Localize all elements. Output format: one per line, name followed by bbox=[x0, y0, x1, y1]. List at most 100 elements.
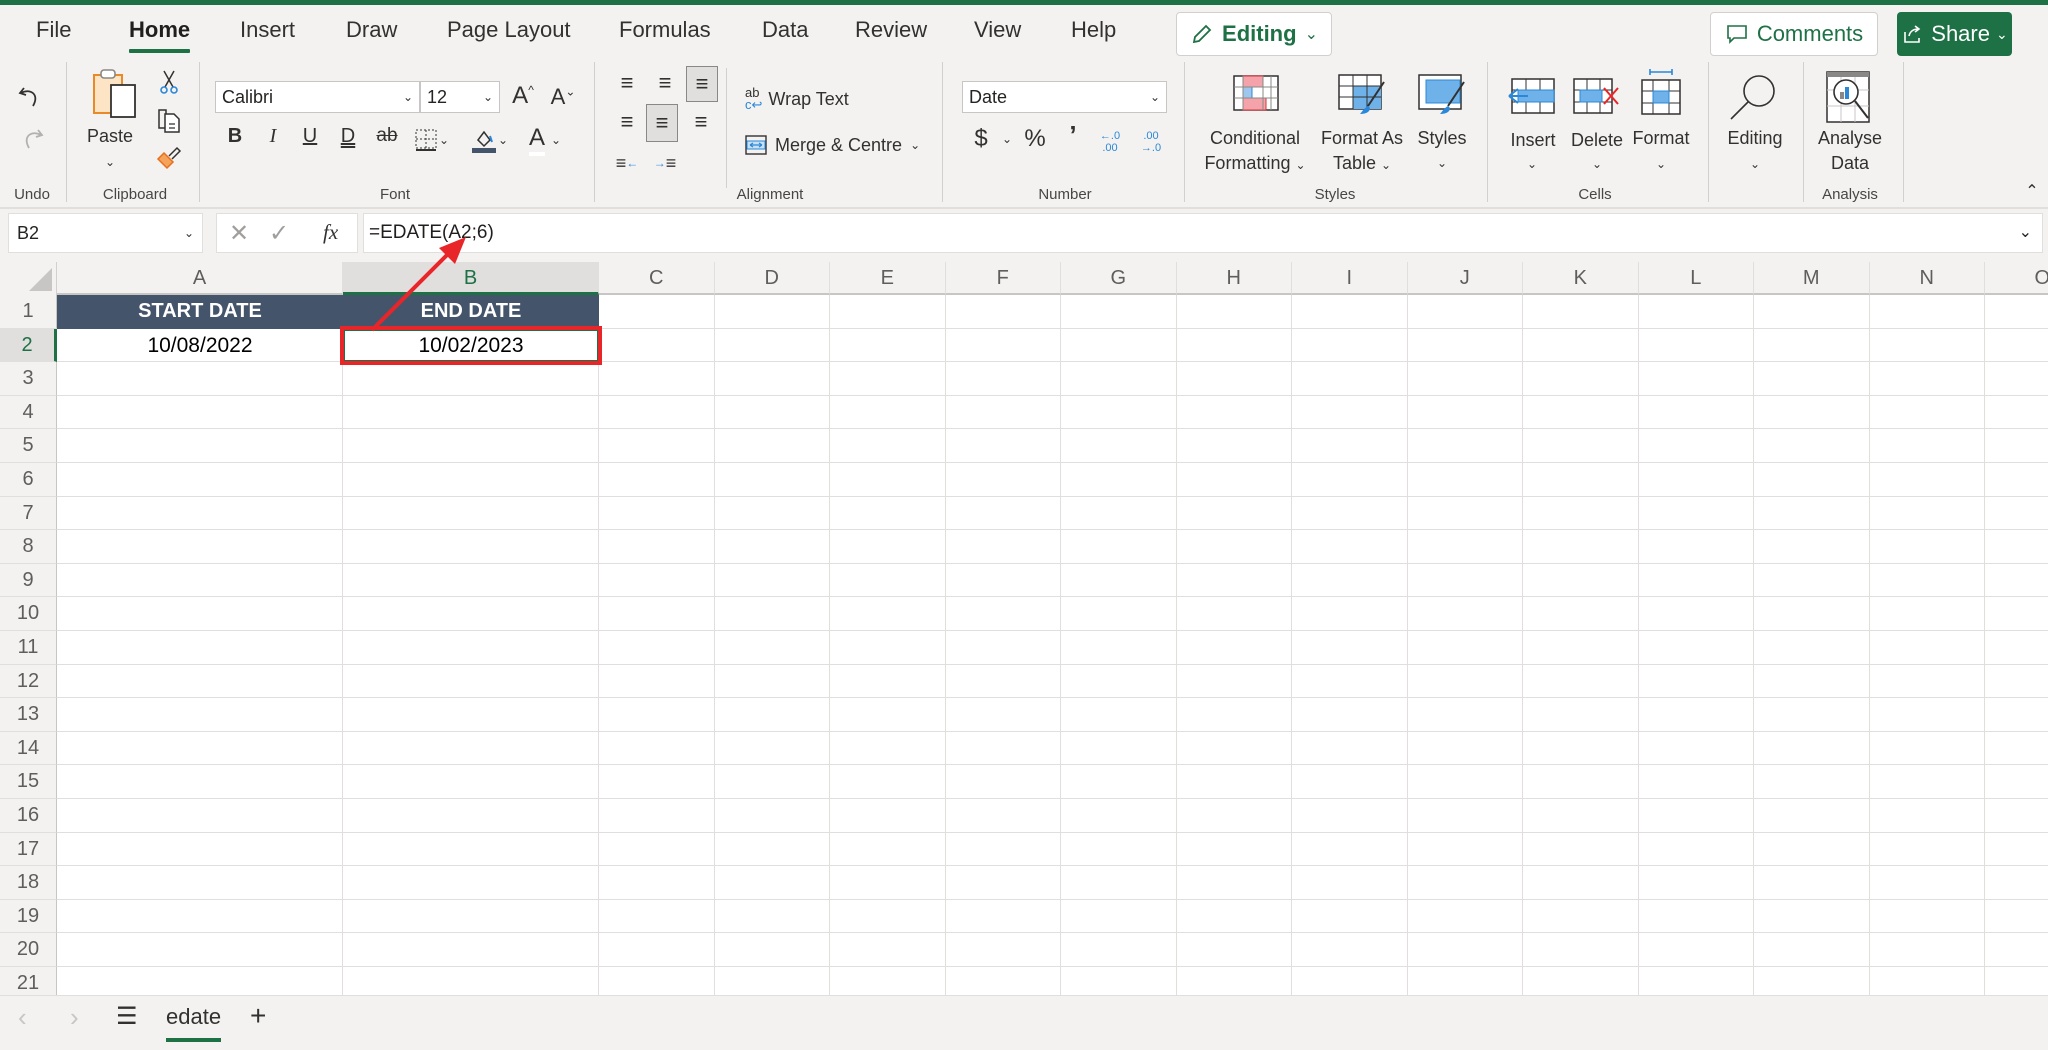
cell-o18[interactable] bbox=[1985, 866, 2048, 900]
cell-l18[interactable] bbox=[1638, 866, 1754, 900]
conditional-formatting-icon[interactable] bbox=[1232, 74, 1280, 114]
redo-icon[interactable] bbox=[14, 122, 48, 156]
cell-i19[interactable] bbox=[1292, 899, 1408, 934]
spreadsheet-grid[interactable]: A B C D E F G H I J K L M N O 1 START DATE END DATE 2 10/08… bbox=[0, 262, 2048, 995]
cell-f3[interactable] bbox=[945, 362, 1061, 396]
cell-f5[interactable] bbox=[945, 429, 1061, 463]
cell-o7[interactable] bbox=[1985, 497, 2048, 531]
cell-k10[interactable] bbox=[1523, 597, 1639, 631]
cell-f7[interactable] bbox=[945, 496, 1061, 531]
cell-o20[interactable] bbox=[1985, 933, 2048, 967]
cell-d11[interactable] bbox=[714, 631, 830, 665]
column-header-d[interactable]: D bbox=[714, 262, 830, 295]
cell-g20[interactable] bbox=[1061, 933, 1177, 967]
font-name-dropdown[interactable]: Calibri ⌄ bbox=[215, 81, 420, 113]
cell-j20[interactable] bbox=[1407, 933, 1523, 967]
cell-f14[interactable] bbox=[945, 731, 1061, 766]
cell-i17[interactable] bbox=[1292, 832, 1408, 867]
cell-j18[interactable] bbox=[1407, 866, 1523, 900]
cell-e7[interactable] bbox=[830, 496, 946, 531]
cell-l21[interactable] bbox=[1639, 967, 1754, 995]
cell-o19[interactable] bbox=[1985, 900, 2048, 934]
cell-a7[interactable] bbox=[57, 496, 343, 531]
cell-c12[interactable] bbox=[599, 664, 715, 699]
cell-o5[interactable] bbox=[1985, 429, 2048, 463]
cell-e19[interactable] bbox=[830, 899, 946, 934]
chevron-down-icon[interactable]: ⌄ bbox=[1520, 152, 1544, 176]
fill-color-button[interactable]: ⌄ bbox=[466, 125, 512, 155]
cell-b17[interactable] bbox=[343, 832, 599, 867]
cell-c2[interactable] bbox=[599, 328, 715, 363]
column-header-b[interactable]: B bbox=[343, 262, 599, 295]
cell-o21[interactable] bbox=[1985, 967, 2048, 995]
cell-o15[interactable] bbox=[1985, 765, 2048, 799]
cut-icon[interactable] bbox=[155, 68, 183, 96]
copy-icon[interactable] bbox=[155, 105, 183, 135]
cell-d3[interactable] bbox=[714, 362, 830, 396]
cell-j5[interactable] bbox=[1407, 429, 1523, 463]
cell-k12[interactable] bbox=[1523, 664, 1639, 699]
cell-f12[interactable] bbox=[945, 664, 1061, 699]
cell-i13[interactable] bbox=[1292, 698, 1408, 732]
cell-n11[interactable] bbox=[1869, 631, 1985, 665]
cell-h14[interactable] bbox=[1176, 731, 1292, 766]
cell-k19[interactable] bbox=[1523, 899, 1639, 934]
cell-c19[interactable] bbox=[599, 899, 715, 934]
cell-i5[interactable] bbox=[1292, 429, 1408, 463]
cell-e12[interactable] bbox=[830, 664, 946, 699]
cell-e3[interactable] bbox=[830, 362, 946, 396]
check-icon[interactable]: ✓ bbox=[269, 219, 289, 248]
tab-review[interactable]: Review bbox=[855, 17, 927, 43]
cell-j9[interactable] bbox=[1407, 563, 1523, 598]
cell-h9[interactable] bbox=[1176, 563, 1292, 598]
cell-i11[interactable] bbox=[1292, 631, 1408, 665]
cell-g7[interactable] bbox=[1061, 496, 1177, 531]
cell-g5[interactable] bbox=[1061, 429, 1177, 463]
formula-input[interactable]: =EDATE(A2;6) ⌄ bbox=[363, 213, 2043, 253]
cell-c21[interactable] bbox=[599, 967, 715, 995]
cell-e9[interactable] bbox=[830, 563, 946, 598]
analyse-data-icon[interactable] bbox=[1822, 70, 1874, 124]
cell-g10[interactable] bbox=[1061, 597, 1177, 631]
cell-h19[interactable] bbox=[1176, 899, 1292, 934]
cell-m17[interactable] bbox=[1754, 832, 1870, 867]
cell-m13[interactable] bbox=[1754, 698, 1870, 732]
cell-e1[interactable] bbox=[830, 295, 946, 329]
cell-d10[interactable] bbox=[714, 597, 830, 631]
cell-g1[interactable] bbox=[1061, 295, 1177, 329]
cell-f20[interactable] bbox=[945, 933, 1061, 967]
cell-i6[interactable] bbox=[1292, 463, 1408, 497]
cell-m19[interactable] bbox=[1754, 899, 1870, 934]
cell-f11[interactable] bbox=[945, 631, 1061, 665]
cell-a21[interactable] bbox=[57, 967, 343, 995]
cell-c20[interactable] bbox=[599, 933, 715, 967]
cell-b4[interactable] bbox=[343, 395, 599, 430]
add-sheet-icon[interactable]: + bbox=[250, 1000, 266, 1032]
cell-m6[interactable] bbox=[1754, 463, 1870, 497]
cell-l15[interactable] bbox=[1638, 765, 1754, 799]
cell-h7[interactable] bbox=[1176, 496, 1292, 531]
cell-f18[interactable] bbox=[945, 866, 1061, 900]
cell-k5[interactable] bbox=[1523, 429, 1639, 463]
cell-c8[interactable] bbox=[599, 530, 715, 564]
cell-b11[interactable] bbox=[343, 631, 599, 665]
all-sheets-menu-icon[interactable]: ☰ bbox=[116, 1002, 138, 1031]
chevron-down-icon[interactable]: ⌄ bbox=[1585, 152, 1609, 176]
bold-button[interactable]: B bbox=[220, 125, 250, 148]
comma-style-button[interactable]: ’ bbox=[1058, 120, 1088, 151]
cell-h6[interactable] bbox=[1176, 463, 1292, 497]
cell-e17[interactable] bbox=[830, 832, 946, 867]
cell-n7[interactable] bbox=[1869, 496, 1985, 531]
cell-a14[interactable] bbox=[57, 731, 343, 766]
cell-f4[interactable] bbox=[945, 395, 1061, 430]
row-header-8[interactable]: 8 bbox=[0, 530, 57, 564]
cell-e18[interactable] bbox=[830, 866, 946, 900]
cell-f10[interactable] bbox=[945, 597, 1061, 631]
borders-button[interactable]: ⌄ bbox=[410, 127, 452, 153]
cell-h11[interactable] bbox=[1176, 631, 1292, 665]
cell-h13[interactable] bbox=[1176, 698, 1292, 732]
cell-l14[interactable] bbox=[1638, 731, 1754, 766]
cell-m15[interactable] bbox=[1754, 765, 1870, 799]
cell-f1[interactable] bbox=[945, 295, 1061, 329]
chevron-down-icon[interactable]: ⌄ bbox=[992, 132, 1022, 146]
